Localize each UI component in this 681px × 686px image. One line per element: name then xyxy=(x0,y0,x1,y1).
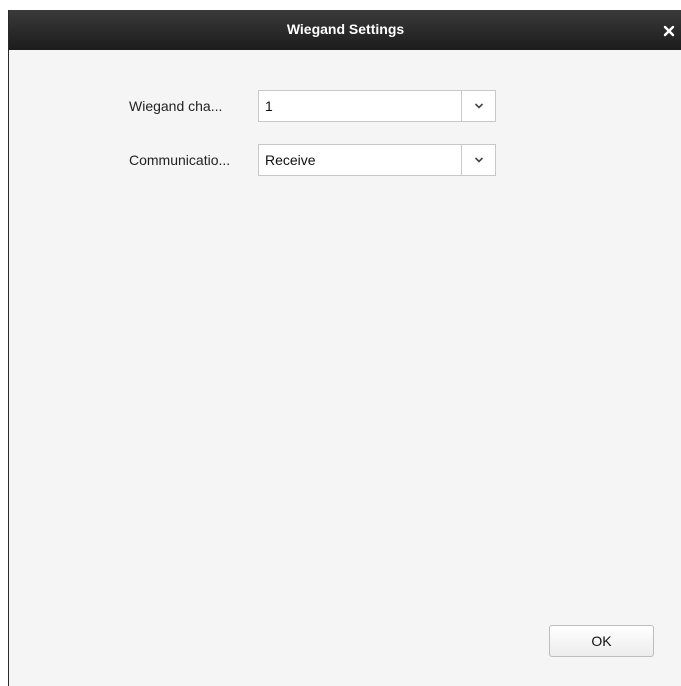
wiegand-channel-value: 1 xyxy=(265,98,273,114)
chevron-down-icon[interactable] xyxy=(461,91,495,121)
dialog-titlebar: Wiegand Settings xyxy=(9,10,681,50)
dialog-title: Wiegand Settings xyxy=(286,21,405,37)
close-icon[interactable] xyxy=(660,22,678,40)
wiegand-settings-dialog: Wiegand Settings Wiegand cha... 1 Commun… xyxy=(8,10,681,686)
communication-direction-value: Receive xyxy=(265,152,316,168)
ok-button[interactable]: OK xyxy=(549,625,654,657)
chevron-down-icon[interactable] xyxy=(461,145,495,175)
communication-direction-select[interactable]: Receive xyxy=(258,144,496,176)
wiegand-channel-select[interactable]: 1 xyxy=(258,90,496,122)
communication-direction-label: Communicatio... xyxy=(129,152,231,168)
wiegand-channel-label: Wiegand cha... xyxy=(129,98,223,114)
